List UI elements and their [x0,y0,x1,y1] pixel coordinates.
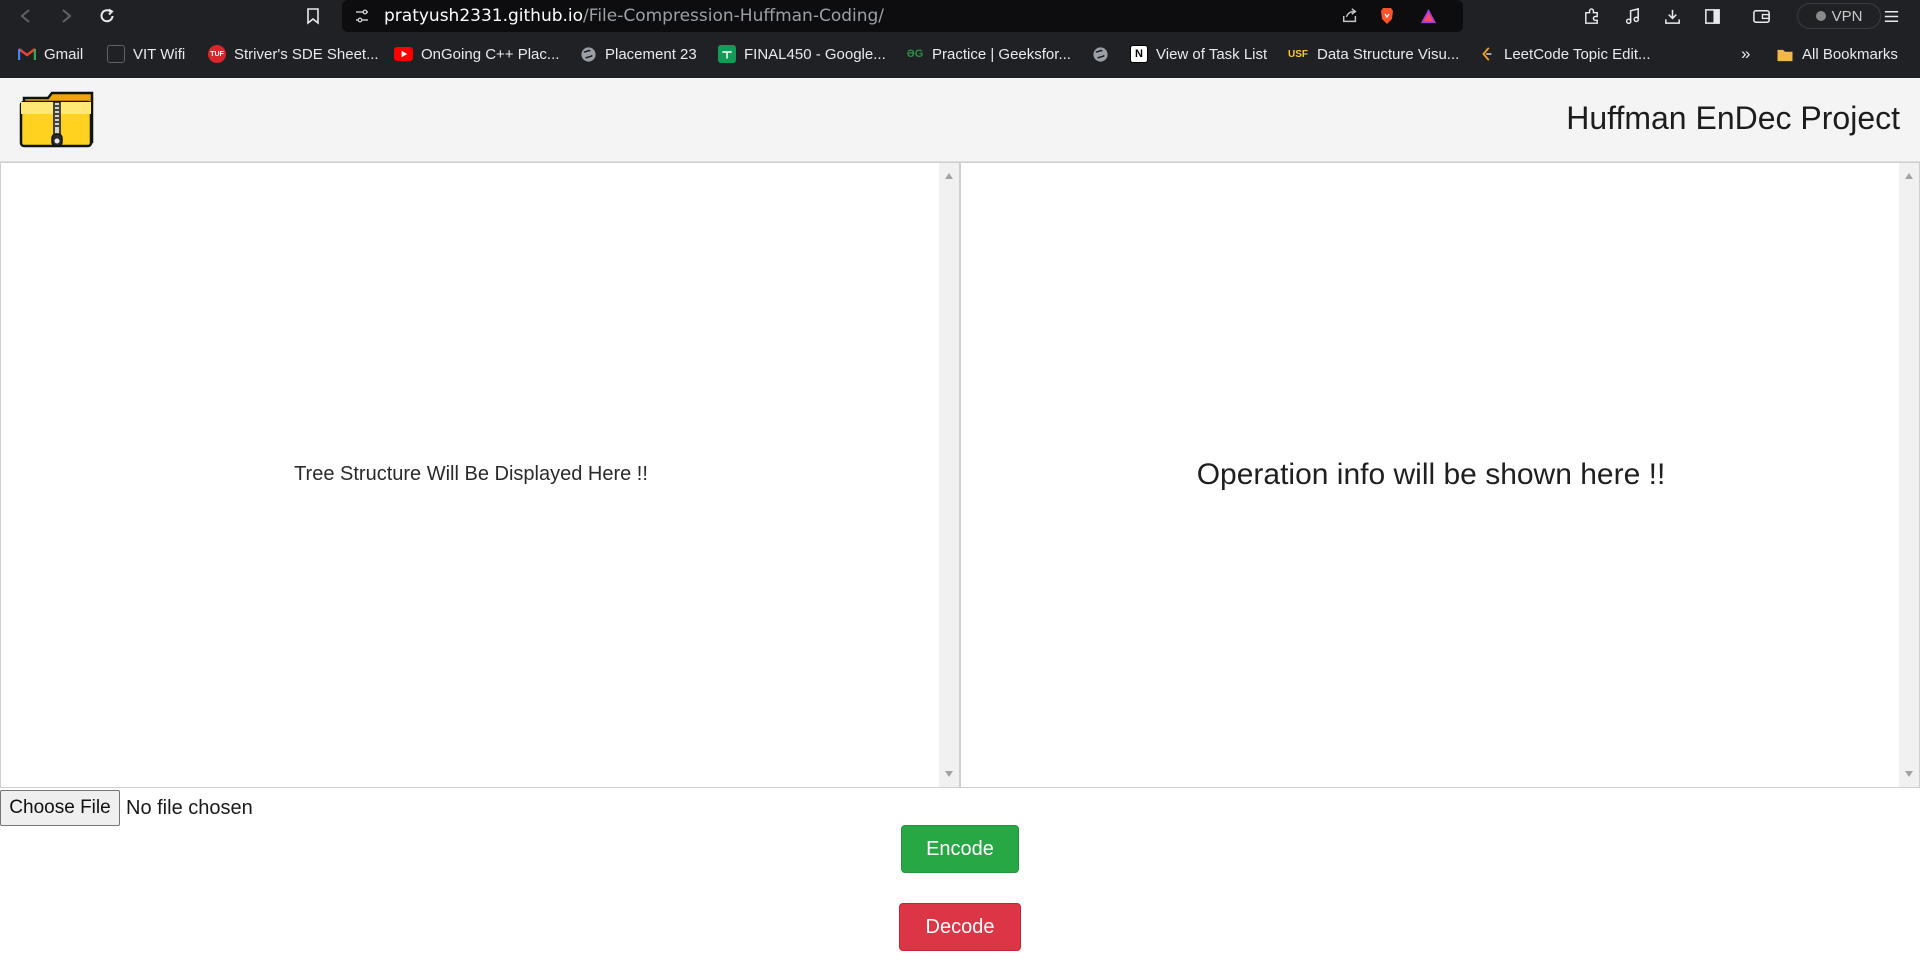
forward-arrow-icon [62,9,72,23]
chat-icon [107,45,125,63]
file-status-text: No file chosen [126,796,253,819]
bookmark-leetcode-topics[interactable]: LeetCode Topic Edit... [1478,42,1650,66]
zip-folder-logo-icon [19,91,94,148]
operation-placeholder-text: Operation info will be shown here !! [1196,458,1666,491]
sidebar-button[interactable] [1701,5,1723,27]
bookmark-label: Gmail [44,45,84,63]
tree-placeholder-text: Tree Structure Will Be Displayed Here !! [294,463,648,485]
all-bookmarks-folder[interactable]: All Bookmarks [1776,42,1898,66]
vpn-button[interactable]: VPN [1797,3,1881,29]
bookmark-final450[interactable]: FINAL450 - Google... [718,42,886,66]
browser-toolbar: pratyush2331.github.io/File-Compression-… [0,0,1920,32]
bookmark-vit-wifi[interactable]: VIT Wifi [107,42,185,66]
bookmark-striver-sheet[interactable]: TUF Striver's SDE Sheet... [208,42,379,66]
share-icon [1342,8,1357,23]
info-panel-scrollbar[interactable] [1899,163,1919,787]
vpn-status-icon [1815,11,1826,21]
url-path: /File-Compression-Huffman-Coding/ [583,6,885,26]
url-text[interactable]: pratyush2331.github.io/File-Compression-… [384,6,884,26]
back-button[interactable] [14,4,38,28]
music-note-icon [1625,7,1639,24]
bookmark-geeksforgeeks[interactable]: ƏG Practice | Geeksfor... [906,42,1071,66]
bookmark-placement-23[interactable]: Placement 23 [579,42,697,66]
bookmark-icon [307,8,319,25]
bookmark-ds-visualization[interactable]: USF Data Structure Visu... [1287,42,1459,66]
bookmark-label: Placement 23 [605,45,697,63]
downloads-button[interactable] [1661,5,1683,27]
sidebar-icon [1704,8,1720,24]
bookmark-gmail[interactable]: Gmail [18,42,83,66]
scroll-down-arrow-icon[interactable] [1905,771,1913,777]
bookmark-ongoing-cpp[interactable]: OnGoing C++ Plac... [394,42,559,66]
bookmark-label: Data Structure Visu... [1317,45,1460,63]
bookmark-task-list[interactable]: N View of Task List [1130,42,1267,66]
leetcode-icon [1478,45,1496,63]
scroll-down-arrow-icon[interactable] [945,771,953,777]
more-bookmarks-chevron-icon: » [1741,44,1751,63]
puzzle-icon [1584,7,1598,24]
bookmark-label: FINAL450 - Google... [744,45,886,63]
file-input[interactable]: Choose File No file chosen [0,790,253,826]
choose-file-button[interactable]: Choose File [0,790,120,826]
address-bar[interactable]: pratyush2331.github.io/File-Compression-… [342,0,1463,32]
wallet-button[interactable] [1750,5,1772,27]
hamburger-menu-icon [1884,10,1898,22]
brave-shields-button[interactable] [1377,6,1397,26]
bookmark-page-button[interactable] [301,4,325,28]
scroll-up-arrow-icon[interactable] [945,173,953,179]
tree-panel-scrollbar[interactable] [939,163,959,787]
page-title: Huffman EnDec Project [1566,100,1900,136]
folder-icon [1776,45,1794,63]
gmail-icon [18,45,36,63]
forward-button[interactable] [54,4,78,28]
bookmark-label: View of Task List [1156,45,1268,63]
google-sheets-icon [718,45,736,63]
bookmark-label: LeetCode Topic Edit... [1504,45,1651,63]
decode-button[interactable]: Decode [899,903,1021,951]
reload-icon [100,8,114,23]
back-arrow-icon [20,9,30,23]
usf-icon: USF [1288,48,1308,60]
main-menu-button[interactable] [1880,5,1902,27]
scroll-up-arrow-icon[interactable] [1905,173,1913,179]
wallet-icon [1752,9,1770,23]
notion-icon: N [1130,45,1148,63]
bookmarks-bar: Gmail VIT Wifi TUF Striver's SDE Sheet..… [0,32,1920,78]
vpn-label: VPN [1831,7,1863,25]
bookmark-globe[interactable] [1091,42,1109,66]
globe-icon [579,45,597,63]
url-domain: pratyush2331.github.io [384,6,584,26]
share-button[interactable] [1340,6,1360,26]
site-settings-icon[interactable] [354,8,370,24]
gfg-icon: ƏG [906,48,924,60]
reload-button[interactable] [95,4,119,28]
extensions-button[interactable] [1580,5,1602,27]
rewards-triangle-icon [1420,8,1436,23]
youtube-icon [394,47,413,61]
bookmark-label: Striver's SDE Sheet... [234,45,379,63]
all-bookmarks-label: All Bookmarks [1802,45,1898,63]
operation-info-panel[interactable]: Operation info will be shown here !! [960,162,1920,788]
more-bookmarks-button[interactable]: » [1741,42,1750,66]
site-header: Huffman EnDec Project [0,78,1920,162]
tree-panel[interactable]: Tree Structure Will Be Displayed Here !! [0,162,960,788]
bookmark-label: VIT Wifi [133,45,186,63]
globe-icon [1091,45,1109,63]
media-button[interactable] [1621,5,1643,27]
download-icon [1664,9,1680,24]
brave-rewards-button[interactable] [1418,6,1438,26]
encode-button[interactable]: Encode [901,825,1019,873]
brave-lion-icon [1381,8,1393,24]
tuf-icon: TUF [208,45,226,63]
bookmark-label: OnGoing C++ Plac... [421,45,560,63]
bookmark-label: Practice | Geeksfor... [932,45,1071,63]
